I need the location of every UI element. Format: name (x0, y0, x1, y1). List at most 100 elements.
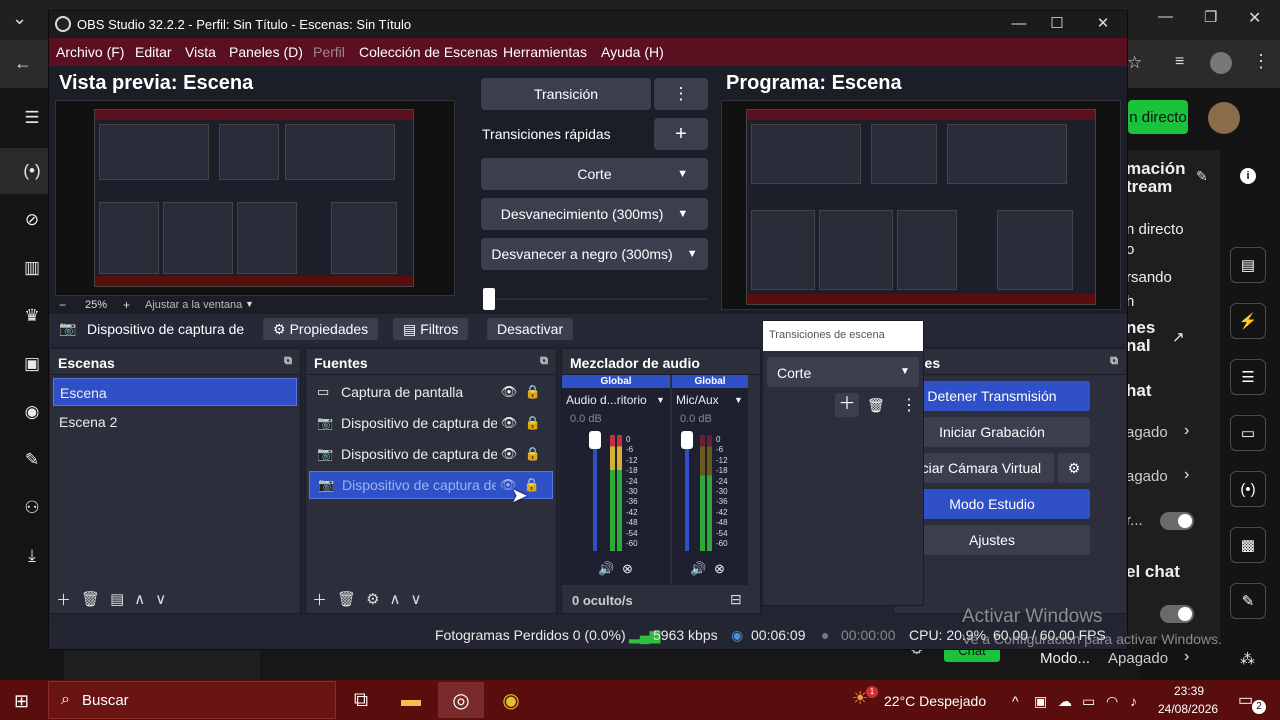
monitor-off-icon[interactable]: ⊗ (622, 561, 633, 577)
add-icon[interactable]: ＋ (312, 589, 327, 610)
volume-slider-handle[interactable] (589, 431, 601, 449)
mixer-menu-icon[interactable]: ⊟ (730, 591, 742, 608)
zoom-in-icon[interactable]: + (123, 298, 130, 312)
minimize-icon[interactable]: — (1158, 8, 1173, 25)
task-view-icon[interactable]: ⧉ (338, 682, 384, 718)
move-up-icon[interactable]: ∧ (390, 590, 401, 608)
menu-editar[interactable]: Editar (135, 44, 172, 60)
tray-chevron-icon[interactable]: ^ (1012, 693, 1019, 709)
close-icon[interactable]: ✕ (1248, 8, 1261, 28)
speaker-icon[interactable]: 🔊 (598, 561, 614, 577)
panel-layout-icon[interactable]: ▤ (1230, 247, 1266, 283)
add-quick-transition-icon[interactable]: + (654, 118, 708, 150)
remove-transition-icon[interactable]: 🗑 (867, 397, 885, 414)
flash-icon[interactable]: ⚡ (1230, 303, 1266, 339)
transition-properties-icon[interactable]: ⋮ (901, 395, 917, 415)
channel-menu-caret-icon[interactable]: ▼ (734, 395, 743, 405)
clock-time[interactable]: 23:39 (1174, 684, 1204, 698)
eye-icon[interactable]: 👁 (497, 415, 521, 431)
lock-icon[interactable]: 🔒 (521, 415, 545, 431)
tab-list-icon[interactable]: ⌄ (12, 8, 27, 29)
share-icon[interactable]: ⁂ (1240, 650, 1255, 668)
transition-select-caret-icon[interactable]: ▼ (891, 357, 919, 387)
lock-icon[interactable]: 🔒 (521, 384, 545, 400)
cloud-icon[interactable]: ☁ (1058, 693, 1072, 710)
volume-icon[interactable]: ♪ (1130, 693, 1137, 709)
weather-text[interactable]: 22°C Despejado (884, 693, 986, 709)
info-icon[interactable]: i (1240, 168, 1256, 184)
menu-herramientas[interactable]: Herramientas (503, 44, 587, 60)
float-icon[interactable]: ⧉ (1110, 355, 1118, 368)
quick-transition-0[interactable]: Corte ▼ (481, 158, 708, 190)
trash-icon[interactable]: 🗑 (81, 590, 100, 608)
zoom-out-icon[interactable]: − (59, 298, 66, 312)
transition-more-icon[interactable]: ⋮ (654, 78, 708, 110)
toggle-2[interactable] (1160, 605, 1194, 623)
transition-button[interactable]: Transición (481, 78, 651, 110)
profile-avatar[interactable] (1210, 52, 1232, 74)
transitions-name-field[interactable]: Transiciones de escena (763, 321, 923, 351)
clock-date[interactable]: 24/08/2026 (1158, 702, 1218, 716)
channel-name[interactable]: Mic/Aux (676, 393, 719, 407)
restore-icon[interactable]: ❐ (1204, 8, 1217, 26)
edit-icon[interactable]: ✎ (1196, 168, 1208, 185)
obs-minimize-icon[interactable]: — (999, 13, 1039, 35)
notification-icon[interactable]: ▭ (1238, 690, 1253, 710)
volume-slider-track[interactable] (593, 435, 597, 551)
media-icon[interactable]: ≡ (1175, 53, 1184, 71)
channel-name[interactable]: Audio d...ritorio (566, 393, 647, 407)
monitor-off-icon[interactable]: ⊗ (714, 561, 725, 577)
float-icon[interactable]: ⧉ (284, 355, 292, 368)
filters-button[interactable]: ▤ Filtros (393, 318, 469, 340)
star-icon[interactable]: ☆ (1127, 53, 1142, 73)
fit-window-caret-icon[interactable]: ▼ (245, 299, 254, 309)
move-down-icon[interactable]: ∨ (411, 590, 422, 608)
preview-canvas[interactable] (55, 100, 455, 296)
float-icon[interactable]: ⧉ (540, 355, 548, 368)
add-icon[interactable]: ＋ (56, 589, 71, 610)
menu-perfil[interactable]: Perfil (313, 44, 345, 60)
source-row[interactable]: 📷 Dispositivo de captura de v 👁 🔒 (309, 440, 553, 468)
source-row[interactable]: ▭ Captura de pantalla 👁 🔒 (309, 378, 553, 406)
obs-taskbar-icon[interactable]: ◎ (438, 682, 484, 718)
deactivate-button[interactable]: Desactivar (487, 318, 574, 340)
trash-icon[interactable]: 🗑 (337, 590, 356, 608)
list-icon[interactable]: ☰ (1230, 359, 1266, 395)
back-icon[interactable]: ← (14, 53, 32, 74)
start-icon[interactable]: ⊞ (14, 691, 29, 712)
source-row[interactable]: 📷 Dispositivo de captura de v 👁 🔒 (309, 409, 553, 437)
eye-icon[interactable]: 👁 (497, 446, 521, 462)
menu-ayuda[interactable]: Ayuda (H) (601, 44, 664, 60)
menu-paneles[interactable]: Paneles (D) (229, 44, 303, 60)
menu-coleccion[interactable]: Colección de Escenas (359, 44, 498, 60)
taskbar-search[interactable]: ⌕ Buscar (48, 681, 336, 719)
gear-icon[interactable]: ⚙ (366, 590, 379, 608)
scene-item[interactable]: Escena (53, 378, 297, 406)
file-explorer-icon[interactable]: ▬ (388, 682, 434, 718)
chrome-icon[interactable]: ◉ (488, 682, 534, 718)
volume-slider-handle[interactable] (681, 431, 693, 449)
obs-close-icon[interactable]: ✕ (1083, 13, 1123, 35)
quick-transition-1[interactable]: Desvanecimiento (300ms) ▼ (481, 198, 708, 230)
filters-icon[interactable]: ▤ (110, 590, 124, 608)
virtual-camera-settings-icon[interactable]: ⚙ (1058, 453, 1090, 483)
menu-vista[interactable]: Vista (185, 44, 216, 60)
tbar-slider-track[interactable] (497, 298, 707, 300)
lock-icon[interactable]: 🔒 (521, 446, 545, 462)
mode-chevron-icon[interactable]: › (1184, 648, 1189, 666)
tray-app-icon[interactable]: ▣ (1034, 693, 1047, 710)
camera-icon[interactable]: ▩ (1230, 527, 1266, 563)
channel-avatar[interactable] (1208, 102, 1240, 134)
volume-slider-track[interactable] (685, 435, 689, 551)
properties-button[interactable]: ⚙ Propiedades (263, 318, 379, 340)
tbar-slider-handle[interactable] (483, 288, 495, 310)
settings-wrench-icon[interactable]: ✎ (1230, 583, 1266, 619)
go-live-button[interactable]: n directo (1128, 100, 1188, 134)
add-transition-icon[interactable]: ＋ (835, 393, 859, 417)
fit-window-select[interactable]: Ajustar a la ventana (145, 299, 242, 311)
eye-icon[interactable]: 👁 (497, 384, 521, 400)
obs-maximize-icon[interactable]: ☐ (1037, 13, 1077, 35)
row2-chevron-icon[interactable]: › (1184, 466, 1189, 484)
comment-icon[interactable]: ▭ (1230, 415, 1266, 451)
row1-chevron-icon[interactable]: › (1184, 422, 1189, 440)
